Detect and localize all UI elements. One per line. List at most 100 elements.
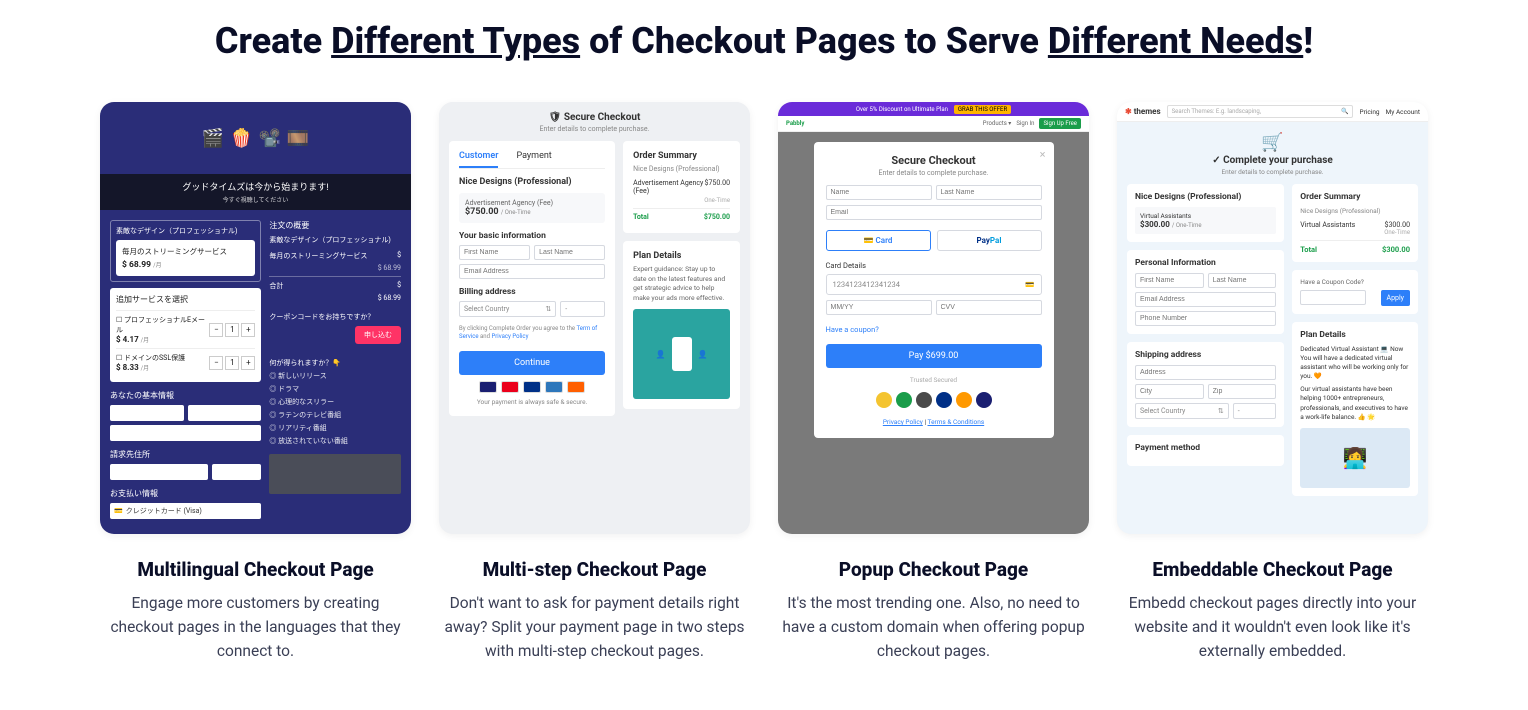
stepper[interactable]: −1+ bbox=[209, 356, 255, 370]
plan-details-panel: Plan Details Expert guidance: Stay up to… bbox=[623, 241, 740, 409]
coupon-panel: Have a Coupon Code? Apply bbox=[1292, 270, 1418, 314]
popup-title: Secure Checkout bbox=[826, 154, 1042, 167]
paypal-tab[interactable]: PayPal bbox=[937, 230, 1042, 251]
payment-toggle: 💳 Card PayPal bbox=[826, 230, 1042, 251]
cart-icon: 🛒 bbox=[1127, 132, 1418, 153]
country-select[interactable]: Select Country ⇅ bbox=[1135, 403, 1229, 419]
zip-input[interactable] bbox=[1208, 384, 1277, 399]
close-icon[interactable]: × bbox=[1040, 148, 1046, 161]
card-select[interactable]: 💳 クレジットカード (Visa) bbox=[110, 503, 261, 519]
coupon-label: クーポンコードをお持ちですか？ bbox=[269, 312, 401, 322]
account-link[interactable]: My Account bbox=[1386, 108, 1420, 116]
plan-item: 毎月のストリーミングサービス bbox=[122, 246, 249, 257]
card-desc: Embedd checkout pages directly into your… bbox=[1117, 591, 1428, 663]
card-tab[interactable]: 💳 Card bbox=[826, 230, 931, 251]
plan-details-panel: Plan Details Dedicated Virtual Assistant… bbox=[1292, 322, 1418, 496]
coupon-input[interactable] bbox=[1300, 290, 1366, 305]
brand-logo[interactable]: ✱ themes bbox=[1125, 107, 1161, 116]
payment-panel: Payment method bbox=[1127, 435, 1284, 466]
email-input[interactable] bbox=[1135, 292, 1276, 307]
thumbnail-multistep: 🛡 Secure Checkout Enter details to compl… bbox=[439, 102, 750, 534]
brand-logo[interactable]: Pabbly bbox=[786, 120, 804, 127]
site-nav: ✱ themes Search Themes: E.g. landscaping… bbox=[1117, 102, 1428, 122]
state-select[interactable] bbox=[212, 464, 261, 480]
payment-icons bbox=[459, 381, 605, 393]
plan-panel: Nice Designs (Professional) Virtual Assi… bbox=[1127, 184, 1284, 242]
email-input[interactable] bbox=[459, 264, 605, 279]
addons-panel: 追加サービスを選択 ☐ プロフェッショナルEメール $ 4.17 /月 −1+ bbox=[110, 288, 261, 382]
page-heading: Create Different Types of Checkout Pages… bbox=[100, 20, 1428, 62]
last-name-input[interactable] bbox=[534, 245, 605, 260]
page-title: ✓ Complete your purchase bbox=[1127, 155, 1418, 166]
thumbnail-embeddable: ✱ themes Search Themes: E.g. landscaping… bbox=[1117, 102, 1428, 534]
card-number-input[interactable]: 1234123412341234💳 bbox=[826, 274, 1042, 295]
address-input[interactable] bbox=[1135, 365, 1276, 380]
last-name-input[interactable] bbox=[1208, 273, 1277, 288]
plan-illustration: 👩‍💻 bbox=[1300, 428, 1410, 488]
cards-grid: 🎬🍿📽️🎞️ グッドタイムズは今から始まります! 今すぐ視聴してください 素敵な… bbox=[100, 102, 1428, 663]
apply-button[interactable]: 申し込む bbox=[355, 326, 401, 344]
section-billing: Billing address bbox=[459, 287, 605, 297]
card-multilingual: 🎬🍿📽️🎞️ グッドタイムズは今から始まります! 今すぐ視聴してください 素敵な… bbox=[100, 102, 411, 663]
shipping-panel: Shipping address Select Country ⇅- bbox=[1127, 342, 1284, 427]
card-embeddable: ✱ themes Search Themes: E.g. landscaping… bbox=[1117, 102, 1428, 663]
card-desc: It's the most trending one. Also, no nee… bbox=[778, 591, 1089, 663]
section-basic-info: Your basic information bbox=[459, 231, 605, 241]
pay-button[interactable]: Pay $699.00 bbox=[826, 344, 1042, 368]
stepper[interactable]: −1+ bbox=[209, 323, 255, 337]
country-select[interactable] bbox=[110, 464, 208, 480]
first-name-input[interactable] bbox=[110, 405, 184, 421]
cvv-input[interactable] bbox=[936, 300, 1042, 315]
hero-icons: 🎬🍿📽️🎞️ bbox=[100, 102, 411, 174]
products-menu[interactable]: Products ▾ bbox=[983, 120, 1012, 127]
terms-text: By clicking Complete Order you agree to … bbox=[459, 325, 605, 341]
first-name-input[interactable] bbox=[1135, 273, 1204, 288]
checkout-tabs: Customer Payment bbox=[459, 151, 605, 169]
card-title: Embeddable Checkout Page bbox=[1117, 558, 1428, 581]
first-name-input[interactable] bbox=[459, 245, 530, 260]
signin-link[interactable]: Sign In bbox=[1016, 120, 1034, 127]
popup-footer-links: Privacy Policy | Terms & Conditions bbox=[826, 418, 1042, 426]
apply-button[interactable]: Apply bbox=[1381, 290, 1410, 306]
coupon-link[interactable]: Have a coupon? bbox=[826, 325, 1042, 334]
card-multistep: 🛡 Secure Checkout Enter details to compl… bbox=[439, 102, 750, 663]
expiry-input[interactable] bbox=[826, 300, 932, 315]
order-summary-panel: Order Summary Nice Designs (Professional… bbox=[1292, 184, 1418, 262]
last-name-input[interactable] bbox=[936, 185, 1042, 200]
state-select[interactable]: - bbox=[560, 301, 605, 317]
card-title: Multilingual Checkout Page bbox=[100, 558, 411, 581]
plan-name: Nice Designs (Professional) bbox=[459, 177, 605, 187]
section-billing: 請求先住所 bbox=[110, 449, 261, 460]
site-nav: Pabbly Products ▾ Sign In Sign Up Free bbox=[778, 116, 1089, 132]
section-basic-info: あなたの基本情報 bbox=[110, 390, 261, 401]
tab-customer[interactable]: Customer bbox=[459, 151, 498, 168]
card-desc: Don't want to ask for payment details ri… bbox=[439, 591, 750, 663]
plan-name: 素敵なデザイン（プロフェッショナル) bbox=[116, 226, 255, 236]
section-payment: お支払い情報 bbox=[110, 488, 261, 499]
grab-offer-button[interactable]: GRAB THIS OFFER bbox=[954, 105, 1011, 114]
fee-box: Advertisement Agency (Fee) $750.00 / One… bbox=[459, 193, 605, 223]
card-popup: Over 5% Discount on Ultimate PlanGRAB TH… bbox=[778, 102, 1089, 663]
addon-row[interactable]: ☐ ドメインのSSL保護 $ 8.33 /月 −1+ bbox=[116, 348, 255, 376]
last-name-input[interactable] bbox=[188, 405, 262, 421]
search-input[interactable]: Search Themes: E.g. landscaping,🔍 bbox=[1167, 105, 1354, 118]
tab-payment[interactable]: Payment bbox=[516, 151, 551, 168]
city-input[interactable] bbox=[1135, 384, 1204, 399]
name-input[interactable] bbox=[826, 185, 932, 200]
state-select[interactable]: - bbox=[1233, 403, 1276, 419]
email-input[interactable] bbox=[110, 425, 261, 441]
email-input[interactable] bbox=[826, 205, 1042, 220]
country-select[interactable]: Select Country ⇅ bbox=[459, 301, 556, 317]
card-title: Multi-step Checkout Page bbox=[439, 558, 750, 581]
phone-input[interactable] bbox=[1135, 311, 1276, 326]
addon-row[interactable]: ☐ プロフェッショナルEメール $ 4.17 /月 −1+ bbox=[116, 310, 255, 348]
hero-banner: グッドタイムズは今から始まります! 今すぐ視聴してください bbox=[100, 174, 411, 210]
order-summary-panel: Order Summary Nice Designs (Professional… bbox=[623, 141, 740, 233]
pricing-link[interactable]: Pricing bbox=[1359, 108, 1379, 116]
continue-button[interactable]: Continue bbox=[459, 351, 605, 375]
signup-button[interactable]: Sign Up Free bbox=[1039, 118, 1081, 129]
card-desc: Engage more customers by creating checko… bbox=[100, 591, 411, 663]
card-details-label: Card Details bbox=[826, 261, 1042, 270]
order-summary-title: 注文の概要 bbox=[269, 220, 401, 231]
benefits-title: 何が得られますか？👇 bbox=[269, 358, 401, 368]
